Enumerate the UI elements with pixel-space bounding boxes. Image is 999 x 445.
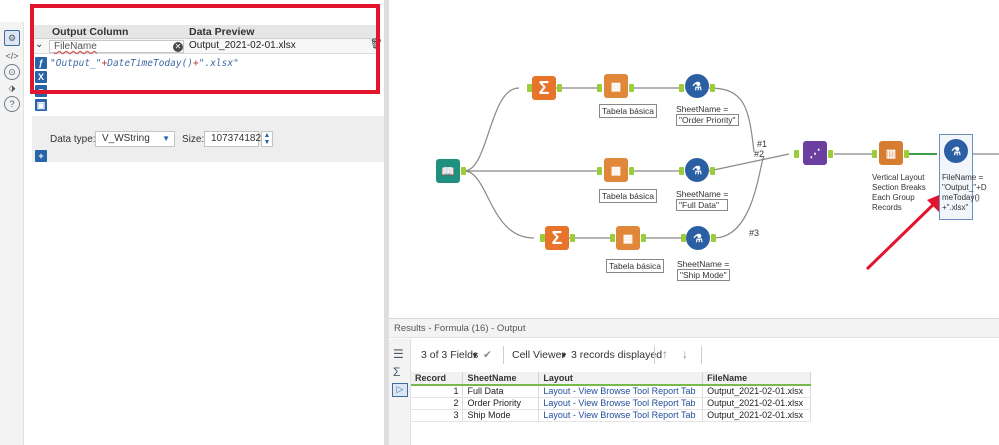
sheetname-cell[interactable]: Order Priority xyxy=(462,397,540,410)
formula-selected-label: FileName = "Output_"+D meToday() +".xlsx… xyxy=(942,173,987,212)
column-header[interactable]: SheetName xyxy=(462,372,540,386)
input-anchor[interactable] xyxy=(597,167,602,175)
input-anchor[interactable] xyxy=(610,234,615,242)
connection-label-1: #1 xyxy=(757,139,768,149)
connector-input-sum3 xyxy=(463,170,535,239)
output-anchor[interactable] xyxy=(904,150,909,158)
output-anchor[interactable] xyxy=(711,234,716,242)
filename-cell[interactable]: Output_2021-02-01.xlsx xyxy=(702,409,811,422)
formula-tool-3[interactable]: ⚗ xyxy=(686,226,710,250)
viewer-dropdown-icon[interactable]: ▼ xyxy=(560,351,568,360)
table-row[interactable]: 3 Ship Mode Layout - View Browse Tool Re… xyxy=(411,409,811,422)
formula-label-2: SheetName = "Full Data" xyxy=(676,189,729,211)
sheetname-cell[interactable]: Ship Mode xyxy=(462,409,540,422)
add-formula-button[interactable]: + xyxy=(35,150,47,162)
target-icon[interactable]: ⊙ xyxy=(4,64,20,80)
connector-input-sum1 xyxy=(463,87,520,172)
results-side-rail: ☰ Σ ▷ xyxy=(389,339,411,445)
output-anchor[interactable] xyxy=(641,234,646,242)
arrow-up-icon[interactable]: ↑ xyxy=(662,347,668,361)
toolbar-separator xyxy=(701,346,702,364)
column-header[interactable]: Layout xyxy=(538,372,704,386)
record-cell[interactable]: 3 xyxy=(411,409,464,422)
filename-cell[interactable]: Output_2021-02-01.xlsx xyxy=(702,385,811,398)
layout-tool[interactable]: ▥ xyxy=(879,141,903,165)
basic-table-tool-1[interactable]: ▦ xyxy=(604,74,628,98)
table-row[interactable]: 2 Order Priority Layout - View Browse To… xyxy=(411,397,811,410)
checkmark-icon[interactable]: ✔ xyxy=(483,349,492,361)
toolbar-separator xyxy=(654,346,655,364)
config-side-rail: ⚙ </> ⊙ ⬗ ? xyxy=(0,22,24,445)
basic-table-tool-3[interactable]: ▦ xyxy=(616,226,640,250)
basic-table-label-2: Tabela básica xyxy=(599,189,657,203)
results-header-row: Record SheetName Layout FileName xyxy=(411,372,811,386)
output-anchor[interactable] xyxy=(557,84,562,92)
sheetname-cell[interactable]: Full Data xyxy=(462,385,540,398)
record-cell[interactable]: 2 xyxy=(411,397,464,410)
size-label: Size: xyxy=(182,134,205,145)
basic-table-tool-2[interactable]: ▦ xyxy=(604,158,628,182)
toolbar-separator xyxy=(503,346,504,364)
filename-cell[interactable]: Output_2021-02-01.xlsx xyxy=(702,397,811,410)
input-anchor[interactable] xyxy=(794,150,799,158)
input-anchor[interactable] xyxy=(679,84,684,92)
column-header[interactable]: Record xyxy=(411,372,464,386)
results-toolbar: 3 of 3 Fields ▼ ✔ Cell Viewer ▼ 3 record… xyxy=(411,341,999,369)
basic-table-label-3: Tabela básica xyxy=(606,259,664,273)
results-table[interactable]: Record SheetName Layout FileName 1 Full … xyxy=(411,372,811,422)
data-view-icon[interactable]: ▷ xyxy=(392,383,408,397)
output-anchor[interactable] xyxy=(629,84,634,92)
field-type-panel: Data type: V_WString ▼ Size: 1073741823 … xyxy=(32,116,384,162)
cell-viewer-selector[interactable]: Cell Viewer xyxy=(512,349,565,361)
connection-label-2: #2 xyxy=(754,149,765,159)
formula-label-3: SheetName = "Ship Mode" xyxy=(677,259,730,281)
dropdown-arrow-icon: ▼ xyxy=(162,134,170,143)
help-icon[interactable]: ? xyxy=(4,96,20,112)
fields-dropdown-icon[interactable]: ▼ xyxy=(471,351,479,360)
summarize-tool-1[interactable]: Σ xyxy=(532,76,556,100)
record-cell[interactable]: 1 xyxy=(411,385,464,398)
annotation-highlight-box xyxy=(30,4,380,94)
arrow-down-icon[interactable]: ↓ xyxy=(682,347,688,361)
size-stepper[interactable]: ▲ ▼ xyxy=(261,131,273,147)
input-anchor[interactable] xyxy=(679,167,684,175)
size-input[interactable]: 1073741823 xyxy=(204,131,267,147)
output-anchor[interactable] xyxy=(461,167,466,175)
data-type-select[interactable]: V_WString ▼ xyxy=(95,131,175,147)
fields-selector[interactable]: 3 of 3 Fields xyxy=(421,349,478,361)
gear-icon[interactable]: ⚙ xyxy=(4,30,20,46)
output-anchor[interactable] xyxy=(828,150,833,158)
summarize-tool-3[interactable]: Σ xyxy=(545,226,569,250)
output-anchor[interactable] xyxy=(710,84,715,92)
records-displayed: 3 records displayed xyxy=(571,349,663,361)
input-anchor[interactable] xyxy=(597,84,602,92)
connection-label-3: #3 xyxy=(749,228,760,238)
basic-table-label-1: Tabela básica xyxy=(599,104,657,118)
formula-tool-1[interactable]: ⚗ xyxy=(685,74,709,98)
workflow-canvas[interactable]: 📖 Σ ▦ Tabela básica ⚗ SheetName = "Order… xyxy=(389,26,999,316)
formula-label-1: SheetName = "Order Priority" xyxy=(676,104,739,126)
column-header[interactable]: FileName xyxy=(702,372,811,386)
sigma-icon[interactable]: Σ xyxy=(393,365,400,379)
results-title: Results - Formula (16) - Output xyxy=(389,318,999,338)
input-data-tool[interactable]: 📖 xyxy=(436,159,460,183)
output-anchor[interactable] xyxy=(570,234,575,242)
save-expression-icon[interactable]: ▣ xyxy=(35,99,47,111)
output-anchor[interactable] xyxy=(629,167,634,175)
layout-cell[interactable]: Layout - View Browse Tool Report Tab xyxy=(538,409,704,422)
layout-cell[interactable]: Layout - View Browse Tool Report Tab xyxy=(538,385,704,398)
code-icon[interactable]: </> xyxy=(4,48,20,64)
connector-formula2-union xyxy=(708,153,790,172)
metadata-icon[interactable]: ☰ xyxy=(393,347,404,361)
formula-tool-selected[interactable]: ⚗ xyxy=(944,139,968,163)
output-anchor[interactable] xyxy=(710,167,715,175)
union-tool[interactable]: ⋰ xyxy=(803,141,827,165)
input-anchor[interactable] xyxy=(872,150,877,158)
tag-icon[interactable]: ⬗ xyxy=(4,80,20,96)
table-row[interactable]: 1 Full Data Layout - View Browse Tool Re… xyxy=(411,385,811,398)
formula-tool-2[interactable]: ⚗ xyxy=(685,158,709,182)
layout-cell[interactable]: Layout - View Browse Tool Report Tab xyxy=(538,397,704,410)
data-type-label: Data type: xyxy=(50,134,96,145)
layout-label: Vertical Layout Section Breaks Each Grou… xyxy=(872,173,926,212)
